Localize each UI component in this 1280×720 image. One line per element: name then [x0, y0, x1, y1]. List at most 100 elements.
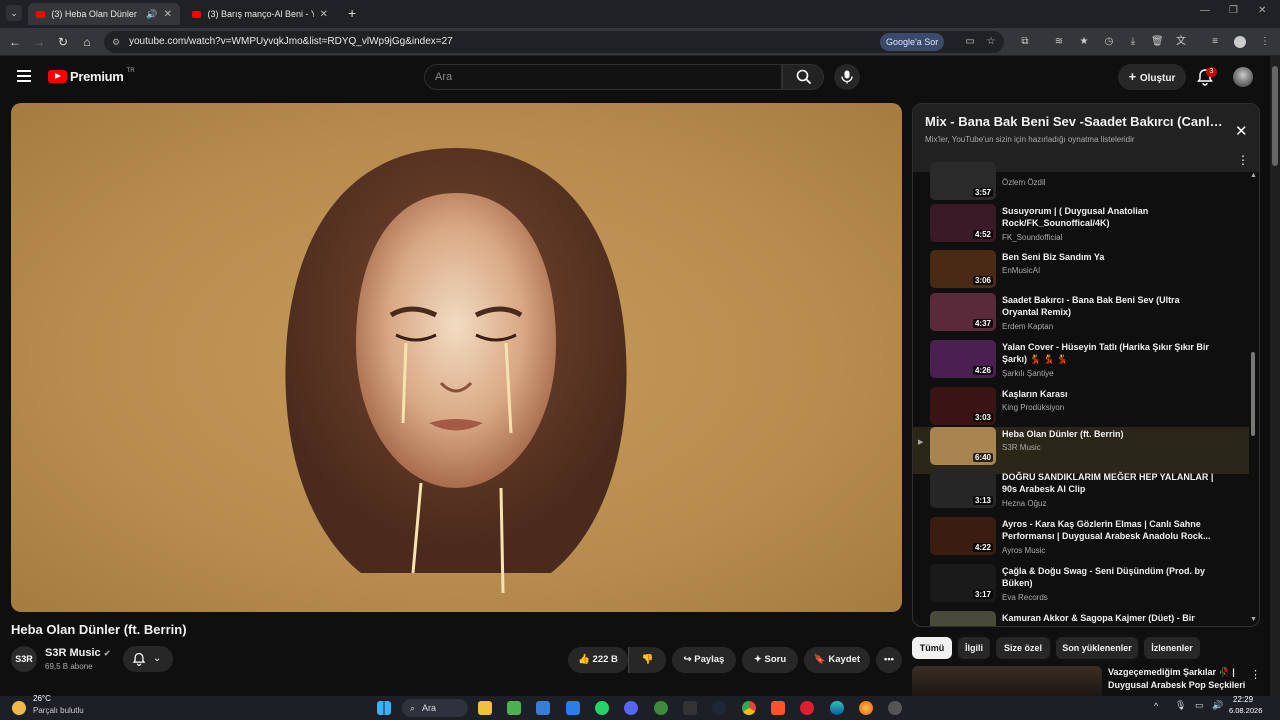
recommendation-title[interactable]: Vazgeçemediğim Şarkılar 🥀 | Duygusal Ara…	[1108, 666, 1248, 692]
playlist-item[interactable]: 4:26 Yalan Cover - Hüseyin Tatlı (Harika …	[913, 340, 1249, 387]
close-tab-icon[interactable]: ✕	[164, 9, 172, 20]
xbox-icon[interactable]	[654, 701, 668, 715]
taskbar-search[interactable]: ⌕ Ara	[402, 699, 468, 717]
weather-temperature[interactable]: 26°C	[33, 694, 51, 703]
cast-icon[interactable]: ▭	[964, 36, 976, 48]
profile-icon[interactable]	[1234, 36, 1246, 48]
tab-active[interactable]: (3) Heba Olan Dünler (ft. Be 🔊 ✕	[28, 3, 180, 25]
app-icon[interactable]	[507, 701, 521, 715]
opera-icon[interactable]	[800, 701, 814, 715]
trash-icon[interactable]: 🗑	[1151, 36, 1164, 48]
extensions-icon[interactable]: ⧉	[1019, 36, 1031, 48]
playlist-item[interactable]: 4:37 Saadet Bakırcı - Bana Bak Beni Sev (…	[913, 293, 1249, 340]
bookmark-star-icon[interactable]: ☆	[985, 36, 997, 48]
browser-menu-icon[interactable]: ⋮	[1259, 36, 1271, 48]
github-icon[interactable]	[888, 701, 902, 715]
subscription-bell-button[interactable]: ⌄	[123, 646, 173, 672]
chrome-icon[interactable]	[742, 701, 756, 715]
clock-time[interactable]: 22:29	[1233, 695, 1253, 704]
download-icon[interactable]: ⤓	[1127, 36, 1139, 48]
share-button[interactable]: ↪ Paylaş	[672, 647, 736, 673]
playlist-item-thumbnail[interactable]: 4:26	[930, 340, 996, 378]
playlist-item-thumbnail[interactable]: 4:37	[930, 293, 996, 331]
clock-date[interactable]: 6.08.2026	[1229, 706, 1262, 715]
back-icon[interactable]: ←	[7, 34, 23, 50]
tab-list-icon[interactable]: ⌄	[6, 5, 22, 21]
whatsapp-icon[interactable]	[595, 701, 609, 715]
playlist-scrollbar[interactable]	[1251, 352, 1255, 436]
tray-microphone-icon[interactable]: 🎙	[1175, 700, 1186, 711]
start-windows-icon[interactable]	[377, 701, 391, 715]
playlist-item-thumbnail[interactable]: 4:22	[930, 517, 996, 555]
epic-games-icon[interactable]	[683, 701, 697, 715]
new-tab-icon[interactable]: +	[348, 6, 356, 20]
site-info-icon[interactable]: ⚙	[112, 31, 120, 53]
home-icon[interactable]: ⌂	[79, 34, 95, 50]
steam-icon[interactable]	[712, 701, 726, 715]
file-explorer-icon[interactable]	[478, 701, 492, 715]
weather-icon[interactable]	[12, 701, 26, 715]
weather-summary[interactable]: Parçalı bulutlu	[33, 706, 84, 715]
more-actions-button[interactable]: •••	[876, 647, 902, 673]
restore-icon[interactable]: ❐	[1229, 5, 1238, 16]
playlist-item-thumbnail[interactable]: 3:17	[930, 564, 996, 602]
reload-icon[interactable]: ↻	[55, 34, 71, 50]
video-player[interactable]	[11, 103, 902, 612]
history-icon[interactable]: ◷	[1103, 36, 1115, 48]
search-input[interactable]: Ara	[424, 64, 782, 90]
brave-icon[interactable]	[771, 701, 785, 715]
playlist-item[interactable]: 4:22 Ayros - Kara Kaş Gözlerin Elmas | Ca…	[913, 517, 1249, 564]
playlist-item-thumbnail[interactable]	[930, 611, 996, 626]
favorites-icon[interactable]: ★	[1078, 36, 1090, 48]
close-window-icon[interactable]: ✕	[1258, 5, 1266, 16]
create-button[interactable]: + Oluştur	[1118, 64, 1186, 90]
chip-related[interactable]: İlgili	[958, 637, 990, 659]
search-button[interactable]	[782, 64, 824, 90]
page-scrollbar[interactable]	[1270, 56, 1280, 696]
voice-search-button[interactable]	[834, 64, 860, 90]
hamburger-menu-icon[interactable]	[17, 70, 31, 82]
playlist-item-thumbnail[interactable]: 3:57	[930, 162, 996, 200]
like-button[interactable]: 👍 222 B	[568, 647, 628, 673]
forward-icon[interactable]: →	[31, 34, 47, 50]
channel-avatar[interactable]: S3R	[11, 646, 37, 672]
reading-list-icon[interactable]: ≡	[1209, 36, 1221, 48]
tab-inactive[interactable]: (3) Barış manço-Al Beni - YouTu ✕	[184, 3, 336, 25]
edge-icon[interactable]	[830, 701, 844, 715]
tray-chevron-up-icon[interactable]: ^	[1154, 701, 1158, 711]
tray-volume-icon[interactable]: 🔊	[1212, 700, 1223, 711]
recommendation-thumbnail[interactable]	[912, 666, 1102, 696]
playlist-item[interactable]: 3:57 Özlem Özdil	[913, 162, 1249, 202]
chip-for-you[interactable]: Size özel	[996, 637, 1050, 659]
playlist-item-thumbnail[interactable]: 3:06	[930, 250, 996, 288]
google-ask-button[interactable]: Google'a Sor	[880, 33, 945, 51]
playlist-item[interactable]: 6:40 ▶ Heba Olan Dünler (ft. Berrin) S3R Mu…	[913, 427, 1249, 474]
playlist-item[interactable]: 4:52 Susuyorum | ( Duygusal Anatolian Roc…	[913, 204, 1249, 251]
chip-watched[interactable]: İzlenenler	[1144, 637, 1200, 659]
scroll-down-arrow-icon[interactable]: ▼	[1250, 616, 1257, 623]
discord-icon[interactable]	[624, 701, 638, 715]
scroll-up-arrow-icon[interactable]: ▲	[1250, 172, 1257, 179]
url-field[interactable]: ⚙ youtube.com/watch?v=WMPUyvqkJmo&list=R…	[104, 31, 1004, 53]
playlist-item[interactable]: 3:17 Çağla & Doğu Swag - Seni Düşündüm (P…	[913, 564, 1249, 611]
recommendation-more-icon[interactable]: ⋮	[1250, 668, 1261, 681]
firefox-icon[interactable]	[859, 701, 873, 715]
playlist-item[interactable]: 3:13 DOĞRU SANDIKLARIM MEĞER HEP YALANLAR…	[913, 470, 1249, 517]
tray-display-icon[interactable]: ▭	[1195, 700, 1204, 711]
save-button[interactable]: 🔖 Kaydet	[804, 647, 870, 673]
playlist-item[interactable]: Kamuran Akkor & Sagopa Kajmer (Düet) - B…	[913, 611, 1249, 626]
close-playlist-icon[interactable]: ✕	[1235, 122, 1248, 140]
ask-button[interactable]: ✦ Soru	[742, 647, 798, 673]
playlist-item-thumbnail[interactable]: 3:13	[930, 470, 996, 508]
mail-icon[interactable]	[566, 701, 580, 715]
playlist-item-thumbnail[interactable]: 3:03	[930, 387, 996, 425]
playlist-item-thumbnail[interactable]: 6:40	[930, 427, 996, 465]
page-scroll-thumb[interactable]	[1272, 66, 1278, 166]
chip-all[interactable]: Tümü	[912, 637, 952, 659]
chip-recently-uploaded[interactable]: Son yüklenenler	[1056, 637, 1138, 659]
playlist-title[interactable]: Mix - Bana Bak Beni Sev -Saadet Bakırcı …	[925, 114, 1225, 129]
account-avatar[interactable]	[1233, 67, 1253, 87]
minimize-icon[interactable]: —	[1200, 5, 1210, 16]
dislike-button[interactable]: 👎	[628, 647, 666, 673]
youtube-premium-logo[interactable]: Premium TR	[48, 68, 135, 84]
